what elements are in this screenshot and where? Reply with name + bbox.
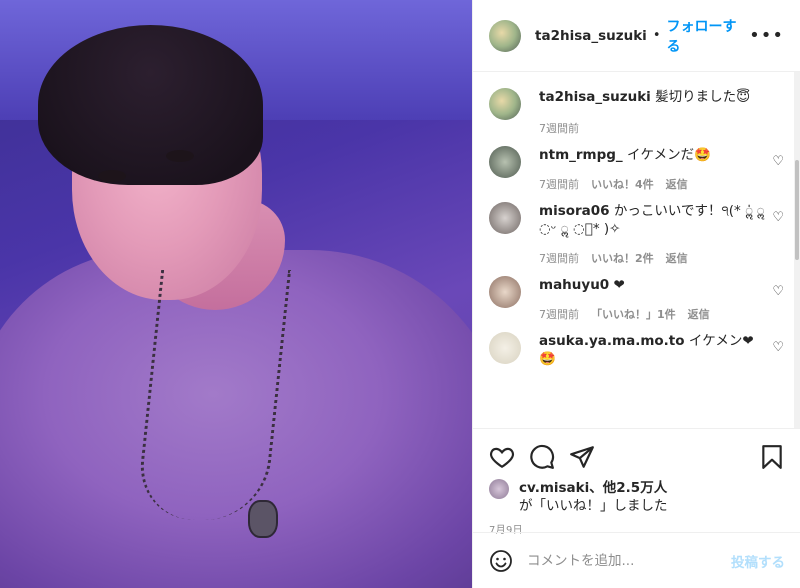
comment-like-heart-icon[interactable]: ♡ (772, 154, 784, 169)
likes-text: cv.misaki、他2.5万人 が「いいね！」しました (519, 479, 668, 515)
photo-eye-right (166, 150, 194, 162)
photo-pendant (248, 500, 278, 538)
comment-text-line: ntm_rmpg_ イケメンだ🤩 (539, 146, 769, 164)
comment-username[interactable]: asuka.ya.ma.mo.to (539, 333, 685, 349)
post-photo[interactable] (0, 0, 472, 588)
comment-item: ntm_rmpg_ イケメンだ🤩 7週間前 いいね！4件 返信 ♡ (489, 146, 784, 192)
header-separator: • (652, 28, 661, 43)
comment-text-line: asuka.ya.ma.mo.to イケメン❤🤩 (539, 332, 769, 368)
comment-input[interactable] (527, 552, 731, 569)
photo-hair (38, 25, 263, 185)
more-options-icon[interactable]: ••• (749, 25, 784, 46)
post-side-panel: ta2hisa_suzuki • フォローする ••• ta2hisa_suzu… (472, 0, 800, 588)
likes-others[interactable]: 、他2.5万人 (589, 480, 667, 496)
comment-meta: 7週間前 「いいね！」1件 返信 (539, 306, 769, 322)
comment-scrollbar[interactable] (794, 72, 800, 428)
post-actions: cv.misaki、他2.5万人 が「いいね！」しました 7月9日 (473, 428, 800, 536)
comment-meta: 7週間前 いいね！4件 返信 (539, 176, 769, 192)
liker-avatar[interactable] (489, 479, 509, 499)
comment-text-line: misora06 かっこいいです！੧(* ॢ̍ ॢ ◌ᵕ ॢ ◌⃝* )✧ (539, 202, 769, 238)
photo-eye-left (98, 170, 126, 182)
reply-button[interactable]: 返信 (688, 306, 710, 322)
caption-text: 髪切りました😇 (655, 89, 751, 105)
comment-icon[interactable] (529, 444, 555, 470)
comment-text: ❤ (613, 277, 625, 293)
bookmark-icon[interactable] (759, 444, 785, 470)
comment-composer: 投稿する (473, 532, 800, 588)
instagram-post: ta2hisa_suzuki • フォローする ••• ta2hisa_suzu… (0, 0, 800, 588)
author-avatar[interactable] (489, 19, 521, 52)
share-icon[interactable] (569, 444, 595, 470)
comment-text: イケメンだ🤩 (626, 147, 711, 163)
comment-item: misora06 かっこいいです！੧(* ॢ̍ ॢ ◌ᵕ ॢ ◌⃝* )✧ 7週… (489, 202, 784, 266)
comment-likes[interactable]: いいね！4件 (591, 176, 654, 192)
caption-meta: 7週間前 (539, 120, 769, 136)
caption-username[interactable]: ta2hisa_suzuki (539, 89, 651, 105)
emoji-icon[interactable] (489, 549, 513, 573)
caption-time[interactable]: 7週間前 (539, 120, 579, 136)
comment-like-heart-icon[interactable]: ♡ (772, 340, 784, 355)
caption-avatar[interactable] (489, 88, 521, 120)
action-icons (489, 437, 785, 477)
liker-username[interactable]: cv.misaki (519, 480, 589, 496)
comment-like-heart-icon[interactable]: ♡ (772, 210, 784, 225)
comment-time[interactable]: 7週間前 (539, 176, 579, 192)
reply-button[interactable]: 返信 (666, 176, 688, 192)
post-header: ta2hisa_suzuki • フォローする ••• (473, 0, 800, 72)
caption-text-line: ta2hisa_suzuki 髪切りました😇 (539, 88, 769, 106)
follow-button[interactable]: フォローする (666, 16, 749, 56)
scrollbar-thumb[interactable] (795, 160, 799, 260)
comment-list[interactable]: ta2hisa_suzuki 髪切りました😇 7週間前 ntm_rmpg_ イケ… (473, 72, 800, 428)
comment-username[interactable]: ntm_rmpg_ (539, 147, 623, 163)
comment-likes[interactable]: いいね！2件 (591, 250, 654, 266)
commenter-avatar[interactable] (489, 202, 521, 234)
comment-time[interactable]: 7週間前 (539, 250, 579, 266)
likes-suffix: が「いいね！」しました (519, 498, 668, 514)
comment-item: mahuyu0 ❤ 7週間前 「いいね！」1件 返信 ♡ (489, 276, 784, 322)
commenter-avatar[interactable] (489, 332, 521, 364)
caption: ta2hisa_suzuki 髪切りました😇 7週間前 (489, 88, 784, 136)
likes-summary: cv.misaki、他2.5万人 が「いいね！」しました (489, 479, 785, 515)
commenter-avatar[interactable] (489, 146, 521, 178)
reply-button[interactable]: 返信 (666, 250, 688, 266)
comment-item: asuka.ya.ma.mo.to イケメン❤🤩 ♡ (489, 332, 784, 368)
comment-username[interactable]: misora06 (539, 203, 610, 219)
comment-username[interactable]: mahuyu0 (539, 277, 609, 293)
comment-like-heart-icon[interactable]: ♡ (772, 284, 784, 299)
commenter-avatar[interactable] (489, 276, 521, 308)
heart-icon[interactable] (489, 444, 515, 470)
post-comment-button[interactable]: 投稿する (731, 551, 785, 571)
comment-time[interactable]: 7週間前 (539, 306, 579, 322)
comment-likes[interactable]: 「いいね！」1件 (591, 306, 676, 322)
comment-meta: 7週間前 いいね！2件 返信 (539, 250, 769, 266)
author-username[interactable]: ta2hisa_suzuki (535, 28, 647, 44)
comment-text-line: mahuyu0 ❤ (539, 276, 769, 294)
